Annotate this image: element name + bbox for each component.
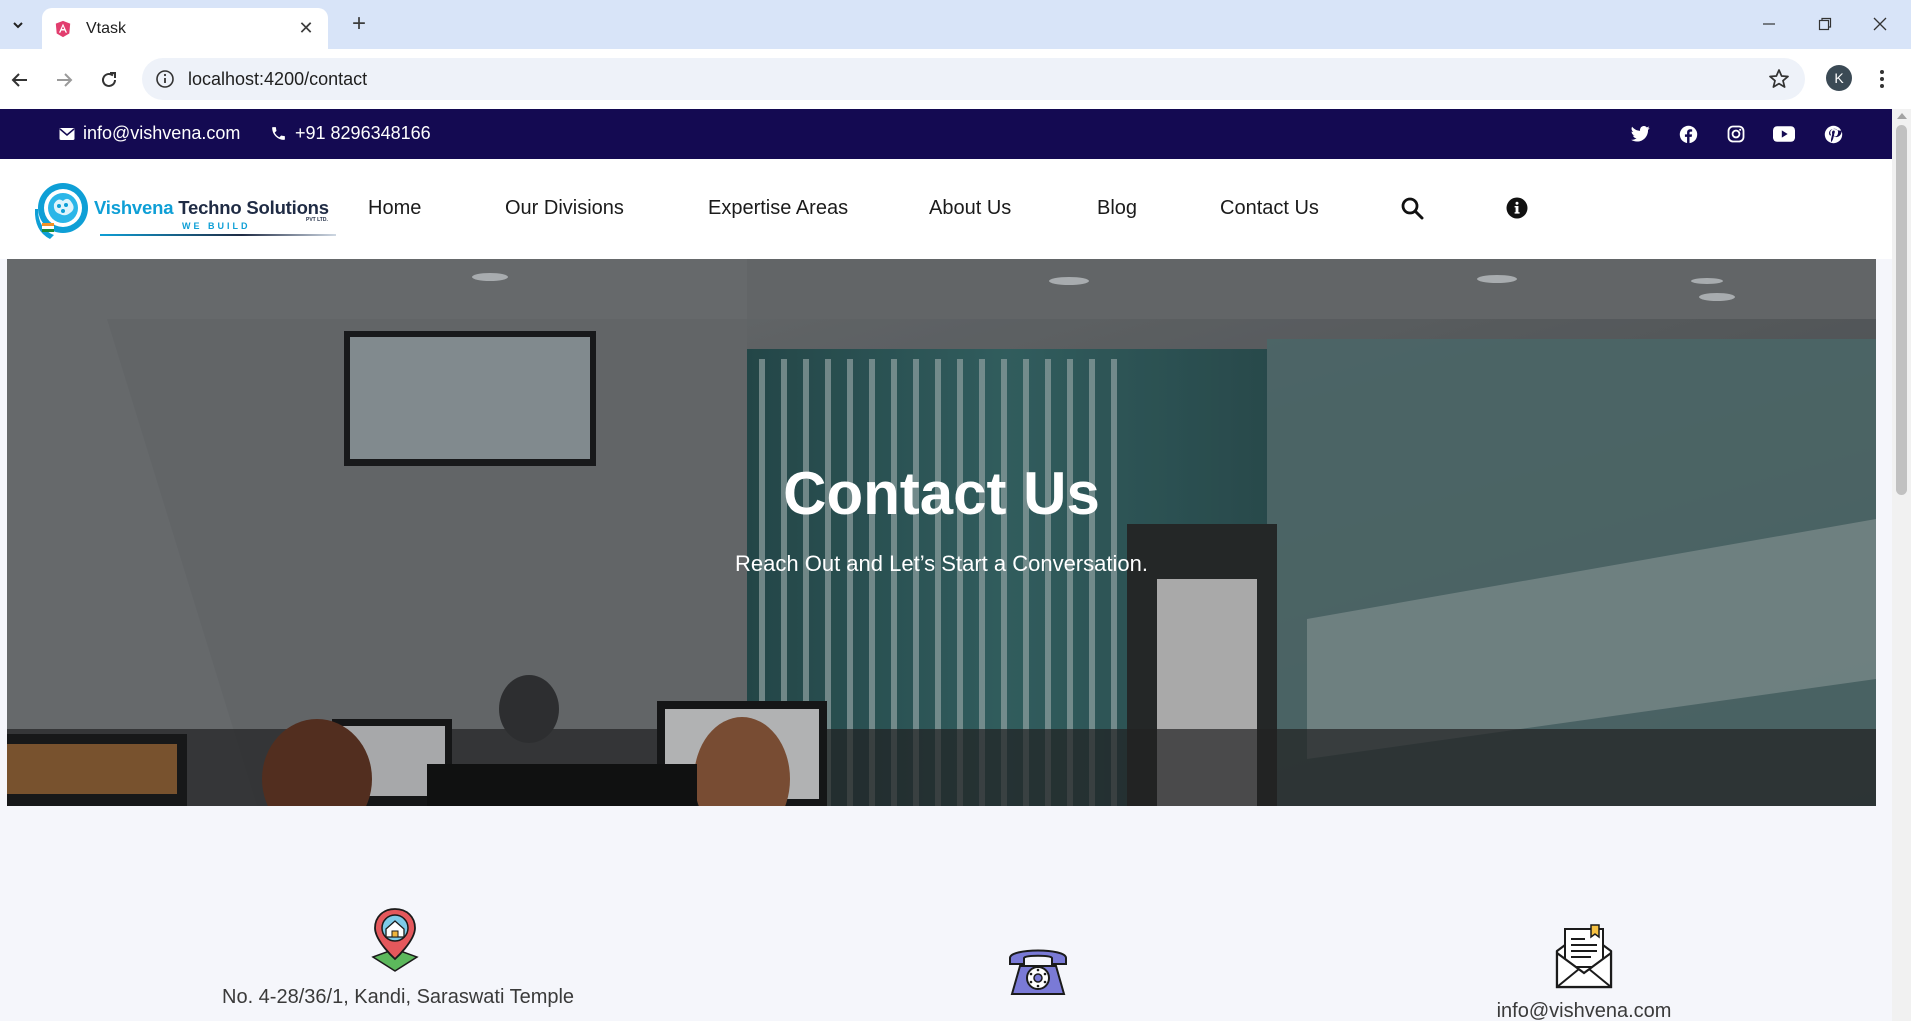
top-contact-bar: info@vishvena.com +91 8296348166 bbox=[0, 109, 1892, 159]
nav-contact-us[interactable]: Contact Us bbox=[1220, 197, 1319, 220]
topbar-email-text: info@vishvena.com bbox=[83, 123, 241, 143]
info-icon[interactable] bbox=[1503, 194, 1531, 222]
back-button[interactable] bbox=[5, 65, 35, 95]
browser-toolbar: localhost:4200/contact K bbox=[0, 49, 1911, 109]
site-header: Vishvena Techno Solutions PVT LTD. WE BU… bbox=[0, 159, 1892, 259]
office-background-image bbox=[7, 259, 1876, 806]
logo-tagline: WE BUILD bbox=[182, 221, 251, 231]
nav-home[interactable]: Home bbox=[368, 197, 421, 220]
logo-suffix: PVT LTD. bbox=[306, 217, 328, 223]
youtube-icon[interactable] bbox=[1772, 122, 1796, 146]
reload-button[interactable] bbox=[94, 65, 124, 95]
profile-avatar[interactable]: K bbox=[1826, 65, 1852, 91]
tab-close-icon[interactable]: ✕ bbox=[296, 18, 316, 39]
nav-our-divisions[interactable]: Our Divisions bbox=[505, 197, 624, 220]
tab-search-button[interactable] bbox=[4, 12, 32, 38]
arrow-left-icon bbox=[11, 73, 27, 87]
nav-about-us[interactable]: About Us bbox=[929, 197, 1011, 220]
page-scrollbar[interactable] bbox=[1892, 109, 1911, 1021]
hero-banner: Contact Us Reach Out and Let’s Start a C… bbox=[7, 259, 1876, 806]
page-viewport: info@vishvena.com +91 8296348166 Vishven… bbox=[0, 109, 1892, 1021]
restore-icon bbox=[1818, 17, 1832, 31]
instagram-icon[interactable] bbox=[1724, 122, 1748, 146]
reload-icon bbox=[102, 72, 116, 87]
topbar-email[interactable]: info@vishvena.com bbox=[59, 123, 240, 144]
contact-address-text: No. 4-28/36/1, Kandi, Saraswati Temple bbox=[222, 986, 575, 1008]
facebook-icon[interactable] bbox=[1676, 122, 1700, 146]
chevron-down-icon bbox=[13, 22, 23, 29]
scroll-up-arrow-icon[interactable] bbox=[1897, 113, 1907, 119]
minimize-icon bbox=[1763, 23, 1775, 25]
pinterest-icon[interactable] bbox=[1821, 122, 1845, 146]
contact-email-text: info@vishvena.com bbox=[1496, 1000, 1672, 1021]
topbar-phone-text: +91 8296348166 bbox=[295, 123, 431, 143]
logo-underline bbox=[100, 234, 336, 236]
address-bar[interactable]: localhost:4200/contact bbox=[142, 58, 1805, 100]
arrow-right-icon bbox=[57, 73, 73, 87]
new-tab-button[interactable]: + bbox=[345, 11, 373, 39]
telephone-icon bbox=[1009, 949, 1067, 995]
twitter-icon[interactable] bbox=[1628, 122, 1652, 146]
more-vertical-icon bbox=[1880, 70, 1884, 88]
bookmark-star-icon[interactable] bbox=[1767, 67, 1791, 91]
topbar-phone[interactable]: +91 8296348166 bbox=[270, 123, 431, 144]
nav-expertise-areas[interactable]: Expertise Areas bbox=[708, 197, 848, 220]
search-icon[interactable] bbox=[1398, 194, 1426, 222]
angular-favicon-icon bbox=[55, 20, 71, 37]
restore-button[interactable] bbox=[1800, 10, 1850, 38]
location-pin-icon bbox=[371, 908, 419, 972]
forward-button[interactable] bbox=[49, 65, 79, 95]
tab-title: Vtask bbox=[86, 19, 127, 37]
email-letter-icon bbox=[1555, 924, 1613, 989]
envelope-icon bbox=[59, 127, 75, 140]
phone-icon bbox=[272, 127, 285, 140]
browser-menu-button[interactable] bbox=[1872, 65, 1892, 93]
scrollbar-thumb[interactable] bbox=[1896, 125, 1907, 495]
hero-subtitle: Reach Out and Let’s Start a Conversation… bbox=[735, 551, 1148, 576]
company-logo[interactable]: Vishvena Techno Solutions PVT LTD. WE BU… bbox=[32, 179, 337, 241]
minimize-button[interactable] bbox=[1744, 10, 1794, 38]
browser-tab-strip: Vtask ✕ + bbox=[0, 0, 1911, 49]
logo-wordmark: Vishvena Techno Solutions bbox=[94, 197, 329, 218]
browser-tab[interactable]: Vtask ✕ bbox=[42, 8, 328, 49]
brain-globe-logo-icon bbox=[34, 183, 88, 239]
url-text: localhost:4200/contact bbox=[188, 69, 368, 89]
hero-title: Contact Us bbox=[783, 460, 1100, 527]
close-window-button[interactable] bbox=[1855, 10, 1905, 38]
nav-blog[interactable]: Blog bbox=[1097, 197, 1137, 220]
close-icon bbox=[1873, 17, 1887, 31]
site-info-icon[interactable] bbox=[154, 68, 176, 90]
